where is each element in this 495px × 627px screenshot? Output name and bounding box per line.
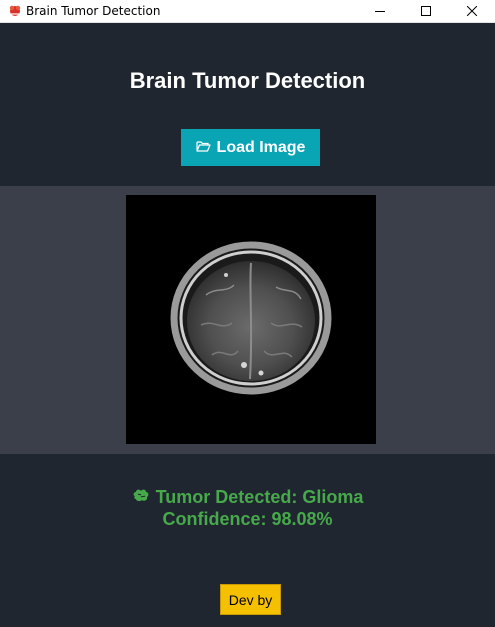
confidence-text: Confidence: 98.08% xyxy=(162,509,333,529)
result-panel: Tumor Detected: Glioma Confidence: 98.08… xyxy=(0,486,495,530)
page-title: Brain Tumor Detection xyxy=(129,68,366,93)
dev-by-button[interactable]: Dev by xyxy=(220,584,281,615)
load-image-button[interactable]: Load Image xyxy=(181,129,320,166)
brain-icon xyxy=(132,486,150,508)
mri-image xyxy=(126,195,376,444)
load-image-label: Load Image xyxy=(216,138,306,156)
folder-open-icon xyxy=(195,139,211,157)
detection-row: Tumor Detected: Glioma xyxy=(0,486,495,508)
minimize-icon[interactable] xyxy=(357,0,403,22)
window-titlebar: Brain Tumor Detection xyxy=(0,0,495,23)
brain-app-icon xyxy=(4,0,26,22)
maximize-icon[interactable] xyxy=(403,0,449,22)
window-controls xyxy=(357,0,495,22)
close-icon[interactable] xyxy=(449,0,495,22)
detection-text: Tumor Detected: Glioma xyxy=(155,487,364,507)
window-title: Brain Tumor Detection xyxy=(26,4,161,18)
